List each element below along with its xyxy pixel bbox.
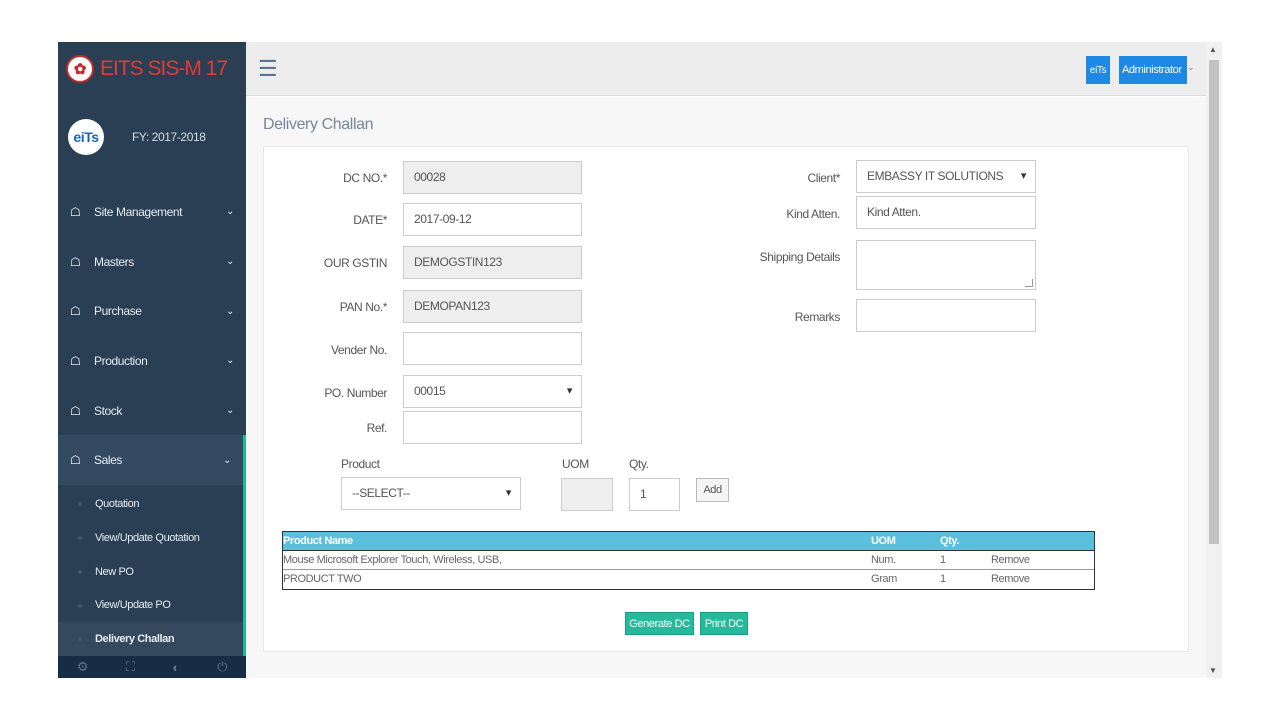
submenu-item-view-update-quotation[interactable]: View/Update Quotation <box>58 521 243 555</box>
user-avatar[interactable]: eiTs <box>1086 56 1110 84</box>
uom-label: UOM <box>562 457 589 471</box>
cell-qty: 1 <box>940 573 946 585</box>
column-header-qty: Qty. <box>940 535 959 547</box>
shipping-details-label: Shipping Details <box>759 250 841 264</box>
brand-logo-icon: ✿ <box>66 55 94 83</box>
app-title: EITS SIS-M 17 <box>100 57 228 80</box>
product-label: Product <box>341 457 380 471</box>
cell-product-name: PRODUCT TWO <box>283 573 362 585</box>
remarks-label: Remarks <box>794 310 841 324</box>
submenu-item-new-po[interactable]: New PO <box>58 555 243 589</box>
ref-field[interactable] <box>403 411 582 444</box>
menu-toggle-icon[interactable]: ☰ <box>258 56 278 82</box>
date-field[interactable]: 2017-09-12 <box>403 203 582 236</box>
chevron-down-icon[interactable]: ⌄ <box>1187 62 1195 73</box>
pan-label: PAN No.* <box>339 300 388 314</box>
user-menu-button[interactable]: Administrator <box>1119 56 1187 84</box>
kind-atten-field[interactable]: Kind Atten. <box>856 196 1036 229</box>
chevron-down-icon: ⌄ <box>226 256 234 268</box>
client-label: Client* <box>807 171 840 185</box>
home-icon: ☖ <box>70 254 81 269</box>
cell-product-name: Mouse Microsoft Explorer Touch, Wireless… <box>283 554 502 566</box>
top-navbar: ☰ eiTs Administrator ⌄ <box>246 42 1206 96</box>
chevron-down-icon: ⌄ <box>226 405 234 417</box>
add-button[interactable]: Add <box>696 478 729 502</box>
sidebar-item-stock[interactable]: ☖ Stock ⌄ <box>58 386 246 436</box>
pan-field[interactable]: DEMOPAN123 <box>403 290 582 323</box>
vender-no-field[interactable] <box>403 332 582 365</box>
column-header-uom: UOM <box>871 535 896 547</box>
brand[interactable]: ✿ EITS SIS-M 17 <box>58 42 246 96</box>
sidebar-item-site-management[interactable]: ☖ Site Management ⌄ <box>58 187 246 237</box>
fullscreen-icon[interactable]: ⛶ <box>126 659 135 675</box>
dc-no-field[interactable]: 00028 <box>403 161 582 194</box>
submenu-item-delivery-challan[interactable]: Delivery Challan <box>58 622 243 657</box>
home-icon: ☖ <box>70 204 81 219</box>
home-icon: ☖ <box>70 304 81 319</box>
cell-uom: Num. <box>871 554 896 566</box>
gstin-field[interactable]: DEMOGSTIN123 <box>403 246 582 279</box>
sidebar-item-production[interactable]: ☖ Production ⌄ <box>58 336 246 386</box>
sidebar-item-label: Sales <box>94 453 123 468</box>
sales-submenu: Quotation View/Update Quotation New PO V… <box>58 485 246 657</box>
submenu-item-view-update-po[interactable]: View/Update PO <box>58 589 243 623</box>
sidebar: ✿ EITS SIS-M 17 eiTs FY: 2017-2018 ☖ Sit… <box>58 42 246 678</box>
page-title: Delivery Challan <box>263 116 374 133</box>
avatar: eiTs <box>68 119 104 155</box>
home-icon: ☖ <box>70 403 81 418</box>
sidebar-item-purchase[interactable]: ☖ Purchase ⌄ <box>58 286 246 336</box>
sidebar-item-sales[interactable]: ☖ Sales ⌄ <box>58 435 246 486</box>
scroll-down-icon[interactable]: ▼ <box>1209 666 1217 675</box>
cell-uom: Gram <box>871 573 897 585</box>
date-label: DATE* <box>353 213 387 227</box>
submenu-item-quotation[interactable]: Quotation <box>58 487 243 521</box>
gstin-label: OUR GSTIN <box>323 256 387 270</box>
sidebar-item-label: Masters <box>94 254 134 269</box>
remove-link[interactable]: Remove <box>991 573 1030 585</box>
po-number-label: PO. Number <box>324 386 387 400</box>
chevron-down-icon: ⌄ <box>223 454 231 466</box>
fiscal-year: FY: 2017-2018 <box>132 130 206 144</box>
print-dc-button[interactable]: Print DC <box>700 612 748 635</box>
vender-no-label: Vender No. <box>330 343 387 357</box>
table-row: Mouse Microsoft Explorer Touch, Wireless… <box>283 551 1094 570</box>
scrollbar-thumb[interactable] <box>1209 60 1219 544</box>
remove-link[interactable]: Remove <box>991 554 1030 566</box>
sidebar-item-label: Site Management <box>94 204 183 219</box>
product-table: Product Name UOM Qty. Mouse Microsoft Ex… <box>282 531 1095 590</box>
profile: eiTs FY: 2017-2018 <box>58 114 246 160</box>
scroll-up-icon[interactable]: ▲ <box>1209 45 1217 54</box>
qty-label: Qty. <box>629 457 649 471</box>
qty-field[interactable]: 1 <box>629 478 680 511</box>
column-header-product-name: Product Name <box>283 535 353 547</box>
po-number-select[interactable]: 00015 <box>403 375 582 408</box>
remarks-field[interactable] <box>856 299 1036 332</box>
table-row: PRODUCT TWO Gram 1 Remove <box>283 570 1094 589</box>
product-select[interactable]: --SELECT-- <box>341 477 521 510</box>
sidebar-item-label: Stock <box>94 403 123 418</box>
gear-icon[interactable]: ⚙ <box>77 659 89 675</box>
power-icon[interactable]: ⏻ <box>217 659 227 675</box>
ref-label: Ref. <box>366 421 388 435</box>
cell-qty: 1 <box>940 554 946 566</box>
home-icon: ☖ <box>70 353 81 368</box>
eye-slash-icon[interactable]: ◐ <box>172 660 180 675</box>
home-icon: ☖ <box>70 453 81 468</box>
shipping-details-textarea[interactable] <box>856 240 1036 290</box>
dc-no-label: DC NO.* <box>343 171 387 185</box>
chevron-down-icon: ⌄ <box>226 355 234 367</box>
sidebar-item-label: Production <box>94 353 148 368</box>
sidebar-footer: ⚙ ⛶ ◐ ⏻ <box>58 656 246 678</box>
sidebar-item-masters[interactable]: ☖ Masters ⌄ <box>58 237 246 287</box>
client-select[interactable]: EMBASSY IT SOLUTIONS <box>856 160 1036 193</box>
generate-dc-button[interactable]: Generate DC <box>625 612 694 635</box>
table-header-row: Product Name UOM Qty. <box>283 532 1094 551</box>
uom-field[interactable] <box>561 478 613 511</box>
vertical-scrollbar[interactable]: ▲ ▼ <box>1206 42 1222 678</box>
sidebar-item-label: Purchase <box>94 304 142 319</box>
chevron-down-icon: ⌄ <box>226 305 234 317</box>
chevron-down-icon: ⌄ <box>226 206 234 218</box>
side-menu: ☖ Site Management ⌄ ☖ Masters ⌄ ☖ Purcha… <box>58 187 246 657</box>
kind-atten-label: Kind Atten. <box>786 207 840 221</box>
